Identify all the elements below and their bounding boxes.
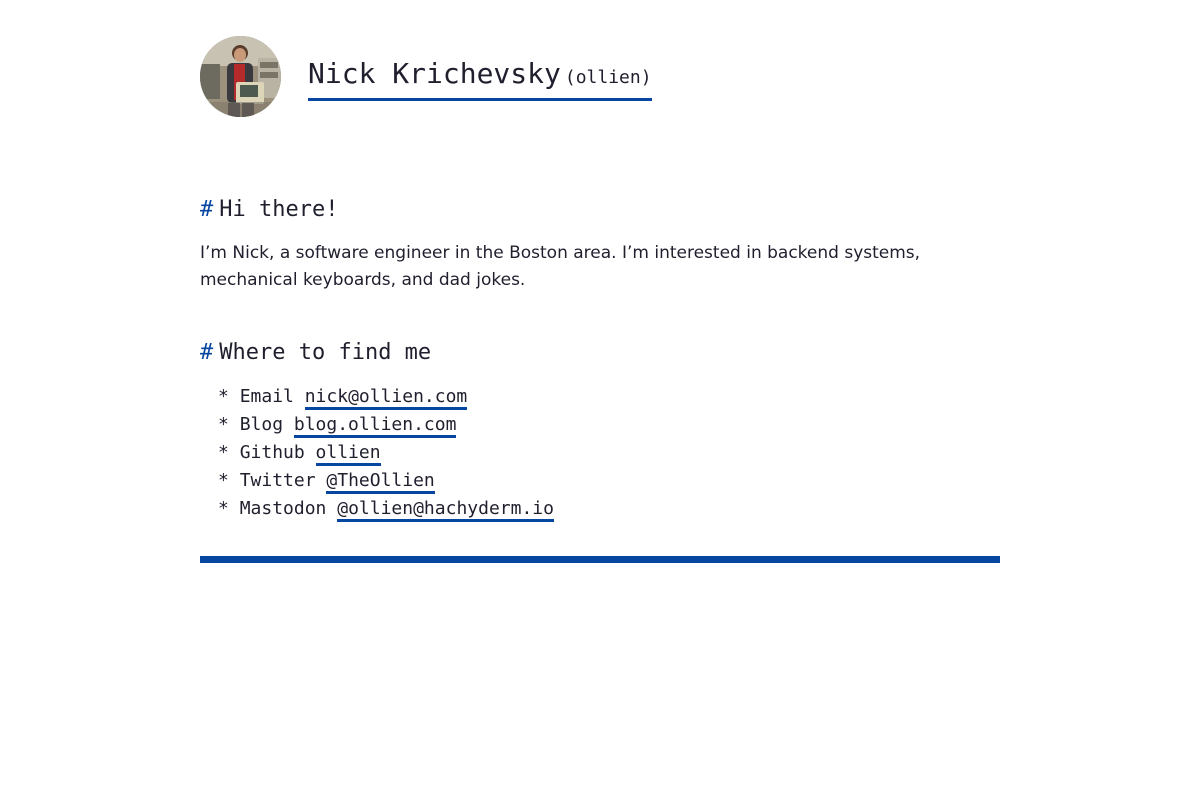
- github-link[interactable]: ollien: [315, 442, 381, 466]
- list-bullet: *: [218, 470, 240, 491]
- site-title-block: Nick Krichevsky (ollien): [308, 57, 652, 101]
- avatar: [200, 36, 281, 117]
- list-bullet: *: [218, 386, 240, 407]
- intro-heading: # Hi there!: [200, 197, 1000, 222]
- footer-divider: [200, 556, 1000, 563]
- link-label: Email: [239, 386, 305, 407]
- heading-hash: #: [200, 340, 214, 365]
- list-bullet: *: [218, 414, 240, 435]
- intro-section: # Hi there! I’m Nick, a software engineer…: [200, 197, 1000, 294]
- list-item-mastodon: * Mastodon @ollien@hachyderm.io: [218, 495, 1000, 523]
- intro-heading-text: Hi there!: [219, 197, 339, 222]
- list-item-blog: * Blog blog.ollien.com: [218, 411, 1000, 439]
- find-heading-text: Where to find me: [219, 340, 432, 365]
- intro-paragraph: I’m Nick, a software engineer in the Bos…: [200, 243, 921, 290]
- link-label: Mastodon: [239, 498, 338, 519]
- mastodon-link[interactable]: @ollien@hachyderm.io: [337, 498, 554, 522]
- link-label: Blog: [239, 414, 294, 435]
- blog-link[interactable]: blog.ollien.com: [293, 414, 457, 438]
- twitter-link[interactable]: @TheOllien: [326, 470, 435, 494]
- list-item-email: * Email nick@ollien.com: [218, 383, 1000, 411]
- contact-list: * Email nick@ollien.com * Blog blog.olli…: [200, 383, 1000, 523]
- heading-hash: #: [200, 197, 214, 222]
- site-handle: (ollien): [564, 66, 652, 88]
- list-bullet: *: [218, 442, 240, 463]
- find-heading: # Where to find me: [200, 340, 1000, 365]
- find-section: # Where to find me * Email nick@ollien.co…: [200, 340, 1000, 523]
- link-label: Twitter: [239, 470, 327, 491]
- header: Nick Krichevsky (ollien): [200, 36, 1000, 117]
- email-link[interactable]: nick@ollien.com: [304, 386, 468, 410]
- list-item-github: * Github ollien: [218, 439, 1000, 467]
- list-bullet: *: [218, 498, 240, 519]
- list-item-twitter: * Twitter @TheOllien: [218, 467, 1000, 495]
- site-title: Nick Krichevsky: [308, 56, 561, 90]
- link-label: Github: [239, 442, 316, 463]
- page: Nick Krichevsky (ollien) # Hi there! I’m N…: [200, 0, 1000, 563]
